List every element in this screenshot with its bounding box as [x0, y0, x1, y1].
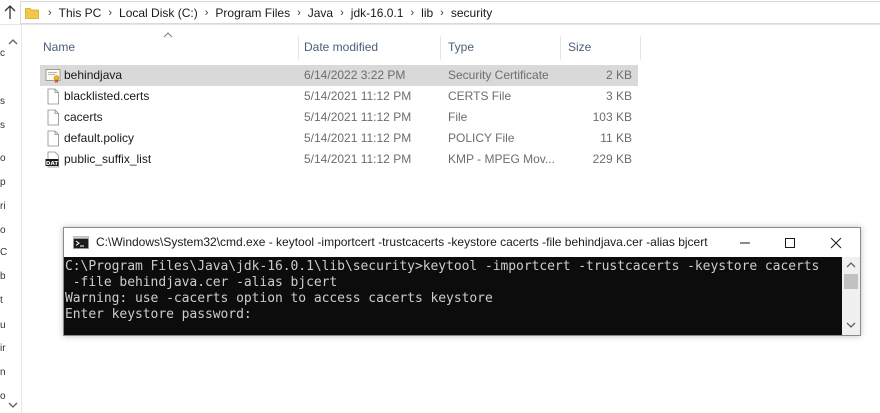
file-size: 3 KB: [605, 89, 632, 103]
up-arrow-icon[interactable]: [2, 3, 18, 21]
file-date: 5/14/2021 11:12 PM: [304, 110, 412, 124]
breadcrumb[interactable]: › This PC › Local Disk (C:) › Program Files…: [20, 1, 880, 24]
scroll-down-icon[interactable]: [8, 401, 18, 409]
file-type: POLICY File: [448, 131, 515, 145]
scroll-down-icon[interactable]: [846, 321, 856, 329]
scroll-up-icon[interactable]: [8, 38, 18, 46]
file-size: 2 KB: [605, 68, 632, 82]
breadcrumb-item[interactable]: Java: [308, 6, 333, 20]
breadcrumb-item[interactable]: lib: [421, 6, 433, 20]
file-date: 5/14/2021 11:12 PM: [304, 89, 412, 103]
console-scrollbar[interactable]: [842, 257, 860, 335]
close-icon: [830, 237, 842, 248]
file-icon: [47, 88, 59, 105]
sort-ascending-icon: [163, 32, 173, 38]
file-row-default-policy[interactable]: default.policy 5/14/2021 11:12 PM POLICY…: [40, 128, 638, 149]
column-size[interactable]: Size: [568, 34, 591, 60]
nav-item-fragment[interactable]: o: [0, 225, 6, 236]
file-icon: [47, 130, 59, 147]
console-line: Warning: use -cacerts option to access c…: [65, 291, 493, 306]
column-divider[interactable]: [298, 36, 299, 60]
file-row-blacklisted-certs[interactable]: blacklisted.certs 5/14/2021 11:12 PM CER…: [40, 86, 638, 107]
dat-file-icon: DAT: [45, 151, 59, 168]
console-line: C:\Program Files\Java\jdk-16.0.1\lib\sec…: [65, 259, 820, 274]
nav-item-fragment[interactable]: s: [0, 120, 5, 131]
chevron-right-icon: ›: [108, 6, 113, 19]
file-size: 103 KB: [592, 110, 632, 124]
file-type: CERTS File: [448, 89, 512, 103]
file-row-public-suffix-list[interactable]: DAT public_suffix_list 5/14/2021 11:12 P…: [40, 149, 638, 170]
column-divider[interactable]: [560, 36, 561, 60]
column-header-row: Name Date modified Type Size: [37, 32, 642, 60]
console-line: Enter keystore password:: [65, 307, 252, 322]
nav-item-fragment[interactable]: b: [0, 271, 6, 282]
nav-item-fragment[interactable]: o: [0, 153, 6, 164]
maximize-icon: [785, 237, 795, 248]
file-date: 5/14/2021 11:12 PM: [304, 131, 412, 145]
nav-item-fragment[interactable]: ir: [0, 343, 6, 354]
file-date: 6/14/2022 3:22 PM: [304, 68, 406, 82]
nav-item-fragment[interactable]: n: [0, 367, 6, 378]
navigation-pane[interactable]: c s s o p ri o C b t u ir n o: [0, 24, 22, 413]
file-type: File: [448, 110, 468, 124]
chevron-right-icon: ›: [410, 6, 415, 19]
breadcrumb-item[interactable]: Program Files: [215, 6, 290, 20]
file-date: 5/14/2021 11:12 PM: [304, 152, 412, 166]
nav-item-fragment[interactable]: ri: [0, 201, 6, 212]
column-name[interactable]: Name: [43, 34, 75, 60]
nav-item-fragment[interactable]: o: [0, 391, 6, 402]
nav-item-fragment[interactable]: t: [0, 295, 3, 306]
file-name: blacklisted.certs: [64, 89, 150, 103]
svg-text:DAT: DAT: [46, 161, 58, 167]
console-output[interactable]: C:\Program Files\Java\jdk-16.0.1\lib\sec…: [64, 257, 842, 335]
column-date-modified[interactable]: Date modified: [304, 34, 378, 60]
nav-item-fragment[interactable]: p: [0, 177, 6, 188]
file-type: Security Certificate: [448, 68, 549, 82]
file-row-cacerts[interactable]: cacerts 5/14/2021 11:12 PM File 103 KB: [40, 107, 638, 128]
column-type[interactable]: Type: [448, 34, 474, 60]
chevron-right-icon: ›: [340, 6, 344, 19]
console-line: -file behindjava.cer -alias bjcert: [65, 275, 338, 290]
maximize-button[interactable]: [767, 228, 813, 257]
certificate-icon: [45, 69, 61, 83]
minimize-icon: [740, 242, 750, 243]
nav-item-fragment[interactable]: u: [0, 320, 6, 331]
file-icon: [47, 109, 59, 126]
chevron-right-icon: ›: [297, 6, 301, 19]
close-button[interactable]: [813, 228, 859, 257]
file-row-behindjava[interactable]: behindjava 6/14/2022 3:22 PM Security Ce…: [40, 65, 638, 86]
file-size: 11 KB: [600, 131, 632, 145]
scroll-up-icon[interactable]: [846, 261, 856, 269]
address-bar: › This PC › Local Disk (C:) › Program Files…: [0, 0, 880, 25]
scrollbar-thumb[interactable]: [844, 274, 858, 289]
chevron-right-icon: ›: [440, 6, 444, 19]
file-name: default.policy: [64, 131, 135, 145]
chevron-right-icon: ›: [48, 6, 52, 19]
column-divider[interactable]: [440, 36, 441, 60]
file-list: behindjava 6/14/2022 3:22 PM Security Ce…: [40, 65, 640, 170]
breadcrumb-item[interactable]: security: [451, 6, 492, 20]
file-name: public_suffix_list: [64, 152, 152, 166]
file-type: KMP - MPEG Mov...: [448, 152, 555, 166]
file-size: 229 KB: [592, 152, 632, 166]
column-divider[interactable]: [640, 36, 641, 60]
cmd-title-bar[interactable]: C:\Windows\System32\cmd.exe - keytool -i…: [64, 228, 860, 257]
cmd-window: C:\Windows\System32\cmd.exe - keytool -i…: [63, 227, 861, 336]
breadcrumb-item[interactable]: This PC: [59, 6, 102, 20]
breadcrumb-item[interactable]: Local Disk (C:): [119, 6, 198, 20]
folder-icon: [25, 7, 39, 19]
file-name: behindjava: [64, 68, 123, 82]
nav-item-fragment[interactable]: s: [0, 96, 5, 107]
chevron-right-icon: ›: [204, 6, 209, 19]
nav-item-fragment[interactable]: C: [0, 247, 7, 258]
file-name: cacerts: [64, 110, 103, 124]
nav-item-fragment[interactable]: c: [0, 48, 5, 59]
minimize-button[interactable]: [722, 228, 768, 257]
cmd-title: C:\Windows\System32\cmd.exe - keytool -i…: [96, 235, 708, 249]
breadcrumb-item[interactable]: jdk-16.0.1: [351, 6, 404, 20]
terminal-icon: [73, 236, 89, 249]
